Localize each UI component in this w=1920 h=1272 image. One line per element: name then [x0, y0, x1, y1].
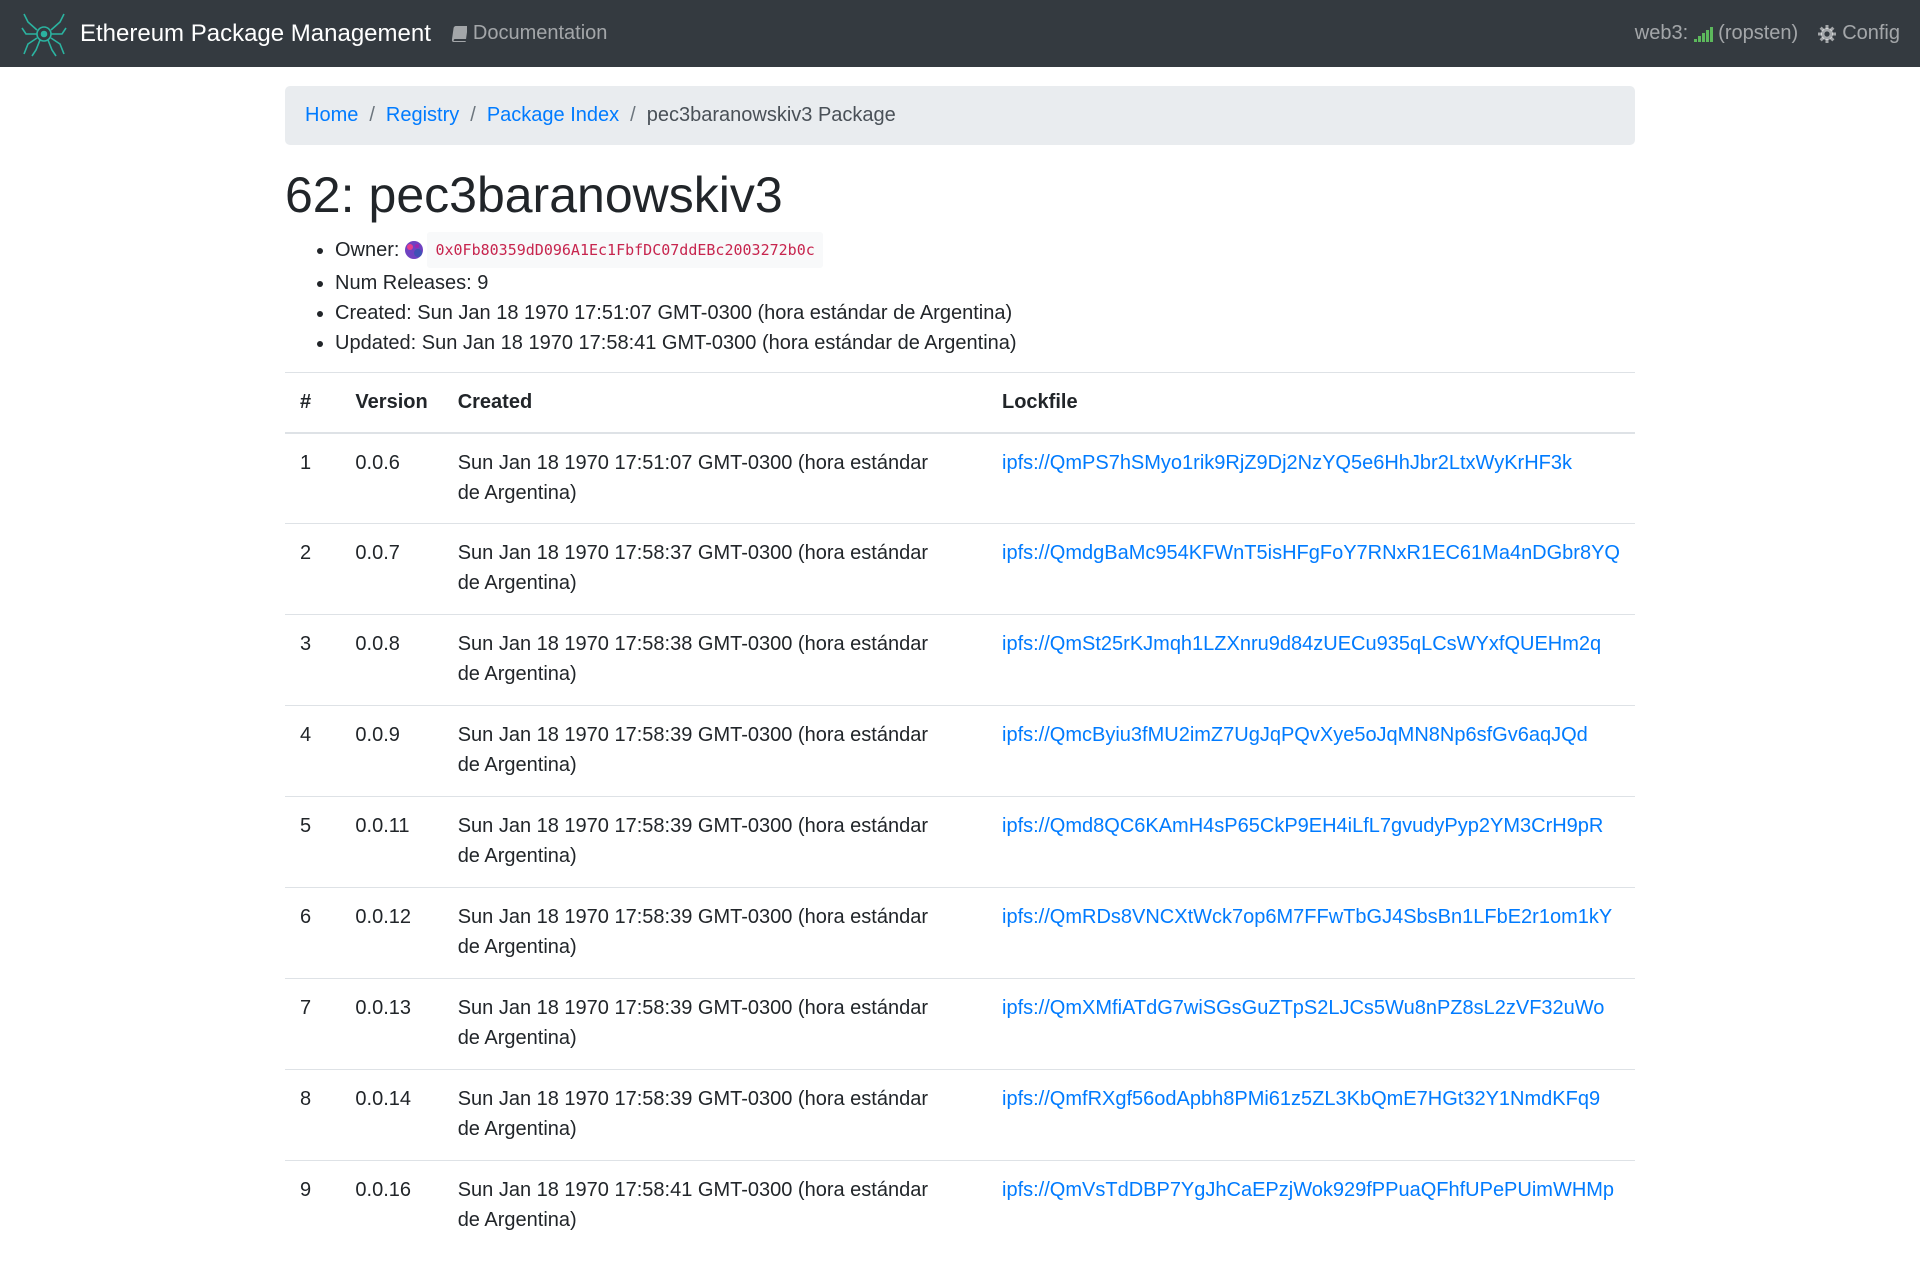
breadcrumb: Home / Registry / Package Index / pec3ba…: [285, 86, 1635, 145]
breadcrumb-current: pec3baranowskiv3 Package: [646, 104, 896, 126]
updated-item: Updated: Sun Jan 18 1970 17:58:41 GMT-03…: [335, 328, 1017, 358]
lockfile-link[interactable]: ipfs://QmRDs8VNCXtWck7op6M7FFwTbGJ4SbsBn…: [1002, 906, 1612, 928]
owner-label: Owner:: [335, 239, 400, 261]
release-created: Sun Jan 18 1970 17:58:39 GMT-0300 (hora …: [442, 796, 987, 888]
release-created: Sun Jan 18 1970 17:58:39 GMT-0300 (hora …: [442, 1069, 987, 1161]
release-number: 8: [285, 1069, 341, 1161]
breadcrumb-separator: /: [470, 104, 476, 126]
owner-row: Owner: 0x0Fb80359dD096A1Ec1FbfDC07ddEBc2…: [335, 232, 1017, 268]
release-lockfile-cell: ipfs://QmfRXgf56odApbh8PMi61z5ZL3KbQmE7H…: [987, 1069, 1635, 1161]
release-number: 2: [285, 523, 341, 615]
owner-avatar-icon: [405, 241, 424, 259]
header-lockfile: Lockfile: [987, 372, 1635, 434]
release-version: 0.0.11: [340, 796, 443, 888]
releases-table-head: # Version Created Lockfile: [285, 372, 1635, 434]
release-version: 0.0.7: [340, 523, 443, 615]
release-created: Sun Jan 18 1970 17:58:41 GMT-0300 (hora …: [457, 1179, 929, 1231]
breadcrumb-separator: /: [369, 104, 375, 126]
breadcrumb-home[interactable]: Home: [305, 104, 358, 127]
table-row: 6 0.0.12 Sun Jan 18 1970 17:58:39 GMT-0300…: [285, 887, 1635, 979]
release-version: 0.0.12: [340, 887, 443, 979]
created-item: Created: Sun Jan 18 1970 17:51:07 GMT-03…: [335, 298, 1017, 328]
release-version: 0.0.16: [355, 1179, 412, 1201]
release-lockfile-cell: ipfs://QmcByiu3fMU2imZ7UgJqPQvXye5oJqMN8…: [987, 705, 1635, 797]
brand-name: Ethereum Package Management: [80, 19, 431, 47]
table-row: 5 0.0.11 Sun Jan 18 1970 17:58:39 GMT-0300…: [285, 796, 1635, 888]
header-row: # Version Created Lockfile: [285, 372, 1635, 434]
release-lockfile-cell: ipfs://QmVsTdDBP7YgJhCaEPzjWok929fPPuaQF…: [987, 1161, 1635, 1252]
owner-item: Owner: 0x0Fb80359dD096A1Ec1FbfDC07ddEBc2…: [335, 232, 1017, 268]
release-version: 0.0.13: [340, 978, 443, 1070]
release-version: 0.0.9: [340, 705, 443, 797]
release-version: 0.0.6: [340, 432, 443, 524]
navbar-left: Ethereum Package Management Documentatio…: [20, 10, 607, 58]
release-created: Sun Jan 18 1970 17:58:39 GMT-0300 (hora …: [442, 887, 987, 979]
release-number: 7: [285, 978, 341, 1070]
breadcrumb-registry[interactable]: Registry: [386, 104, 459, 127]
lockfile-link[interactable]: ipfs://QmPS7hSMyo1rik9RjZ9Dj2NzYQ5e6HhJb…: [1002, 452, 1572, 474]
release-number: 6: [285, 887, 341, 979]
brand-link[interactable]: Ethereum Package Management: [20, 10, 431, 58]
release-created: Sun Jan 18 1970 17:58:38 GMT-0300 (hora …: [442, 614, 987, 706]
table-row: 1 0.0.6 Sun Jan 18 1970 17:51:07 GMT-0300 …: [285, 432, 1635, 524]
lockfile-link[interactable]: ipfs://QmcByiu3fMU2imZ7UgJqPQvXye5oJqMN8…: [1002, 724, 1588, 746]
releases-table: # Version Created Lockfile 1 0.0.6 Sun Jan…: [285, 372, 1635, 1252]
table-row: 3 0.0.8 Sun Jan 18 1970 17:58:38 GMT-0300 …: [285, 614, 1635, 706]
table-row: 7 0.0.13 Sun Jan 18 1970 17:58:39 GMT-0300…: [285, 978, 1635, 1070]
breadcrumb-separator: /: [630, 104, 636, 126]
table-row: 2 0.0.7 Sun Jan 18 1970 17:58:37 GMT-0300 …: [285, 523, 1635, 615]
release-version: 0.0.8: [340, 614, 443, 706]
release-number: 3: [285, 614, 341, 706]
lockfile-link[interactable]: ipfs://QmfRXgf56odApbh8PMi61z5ZL3KbQmE7H…: [1002, 1088, 1600, 1110]
lockfile-link[interactable]: ipfs://QmXMfiATdG7wiSGsGuZTpS2LJCs5Wu8nP…: [1002, 997, 1604, 1019]
network-name: (ropsten): [1718, 22, 1799, 44]
lockfile-link[interactable]: ipfs://Qmd8QC6KAmH4sP65CkP9EH4iLfL7gvudy…: [1002, 815, 1603, 837]
release-number: 4: [285, 705, 341, 797]
documentation-label: Documentation: [472, 22, 608, 44]
release-lockfile-cell: ipfs://QmXMfiATdG7wiSGsGuZTpS2LJCs5Wu8nP…: [987, 978, 1635, 1070]
num-releases-item: Num Releases: 9: [335, 268, 1017, 298]
config-link[interactable]: Config: [1818, 22, 1900, 45]
package-meta-list: Owner: 0x0Fb80359dD096A1Ec1FbfDC07ddEBc2…: [285, 232, 1017, 358]
lockfile-link[interactable]: ipfs://QmSt25rKJmqh1LZXnru9d84zUECu935qL…: [1002, 633, 1601, 655]
documentation-link[interactable]: Documentation: [451, 22, 608, 45]
release-created: Sun Jan 18 1970 17:58:39 GMT-0300 (hora …: [442, 705, 987, 797]
release-number: 1: [285, 432, 341, 524]
web3-status: web3: (ropsten): [1635, 22, 1798, 45]
release-created: Sun Jan 18 1970 17:58:39 GMT-0300 (hora …: [442, 978, 987, 1070]
page-title: 62: pec3baranowskiv3: [285, 165, 783, 225]
lockfile-link[interactable]: ipfs://QmVsTdDBP7YgJhCaEPzjWok929fPPuaQF…: [1002, 1179, 1614, 1201]
config-label: Config: [1842, 22, 1900, 44]
release-created: Sun Jan 18 1970 17:51:07 GMT-0300 (hora …: [442, 432, 987, 524]
release-lockfile-cell: ipfs://QmdgBaMc954KFWnT5isHFgFoY7RNxR1EC…: [987, 523, 1635, 615]
ethpm-logo-icon: [21, 13, 67, 56]
owner-address[interactable]: 0x0Fb80359dD096A1Ec1FbfDC07ddEBc2003272b…: [427, 232, 823, 268]
header-version: Version: [340, 372, 443, 434]
release-lockfile-cell: ipfs://Qmd8QC6KAmH4sP65CkP9EH4iLfL7gvudy…: [987, 796, 1635, 888]
release-number: 5: [285, 796, 341, 888]
book-icon: [451, 25, 467, 42]
table-row: 9 0.0.16 Sun Jan 18 1970 17:58:41 GMT-0300…: [285, 1161, 1635, 1252]
releases-table-body: 1 0.0.6 Sun Jan 18 1970 17:51:07 GMT-0300 …: [285, 432, 1635, 1252]
release-number: 9: [300, 1179, 312, 1201]
table-row: 8 0.0.14 Sun Jan 18 1970 17:58:39 GMT-0300…: [285, 1069, 1635, 1161]
navbar-right: web3: (ropsten) Config: [1635, 22, 1900, 45]
gear-icon: [1818, 24, 1837, 43]
top-navbar: Ethereum Package Management Documentatio…: [0, 0, 1920, 67]
release-created: Sun Jan 18 1970 17:58:37 GMT-0300 (hora …: [442, 523, 987, 615]
web3-label: web3:: [1634, 22, 1689, 44]
header-number: #: [285, 372, 341, 434]
breadcrumb-package-index[interactable]: Package Index: [487, 104, 619, 127]
package-id: 62:: [285, 167, 355, 223]
package-name: pec3baranowskiv3: [368, 167, 783, 223]
release-version: 0.0.14: [340, 1069, 443, 1161]
release-lockfile-cell: ipfs://QmPS7hSMyo1rik9RjZ9Dj2NzYQ5e6HhJb…: [987, 432, 1635, 524]
table-row: 4 0.0.9 Sun Jan 18 1970 17:58:39 GMT-0300 …: [285, 705, 1635, 797]
signal-icon: [1694, 26, 1714, 42]
header-created: Created: [442, 372, 987, 434]
release-lockfile-cell: ipfs://QmRDs8VNCXtWck7op6M7FFwTbGJ4SbsBn…: [987, 887, 1635, 979]
release-lockfile-cell: ipfs://QmSt25rKJmqh1LZXnru9d84zUECu935qL…: [987, 614, 1635, 706]
lockfile-link[interactable]: ipfs://QmdgBaMc954KFWnT5isHFgFoY7RNxR1EC…: [1002, 542, 1620, 564]
